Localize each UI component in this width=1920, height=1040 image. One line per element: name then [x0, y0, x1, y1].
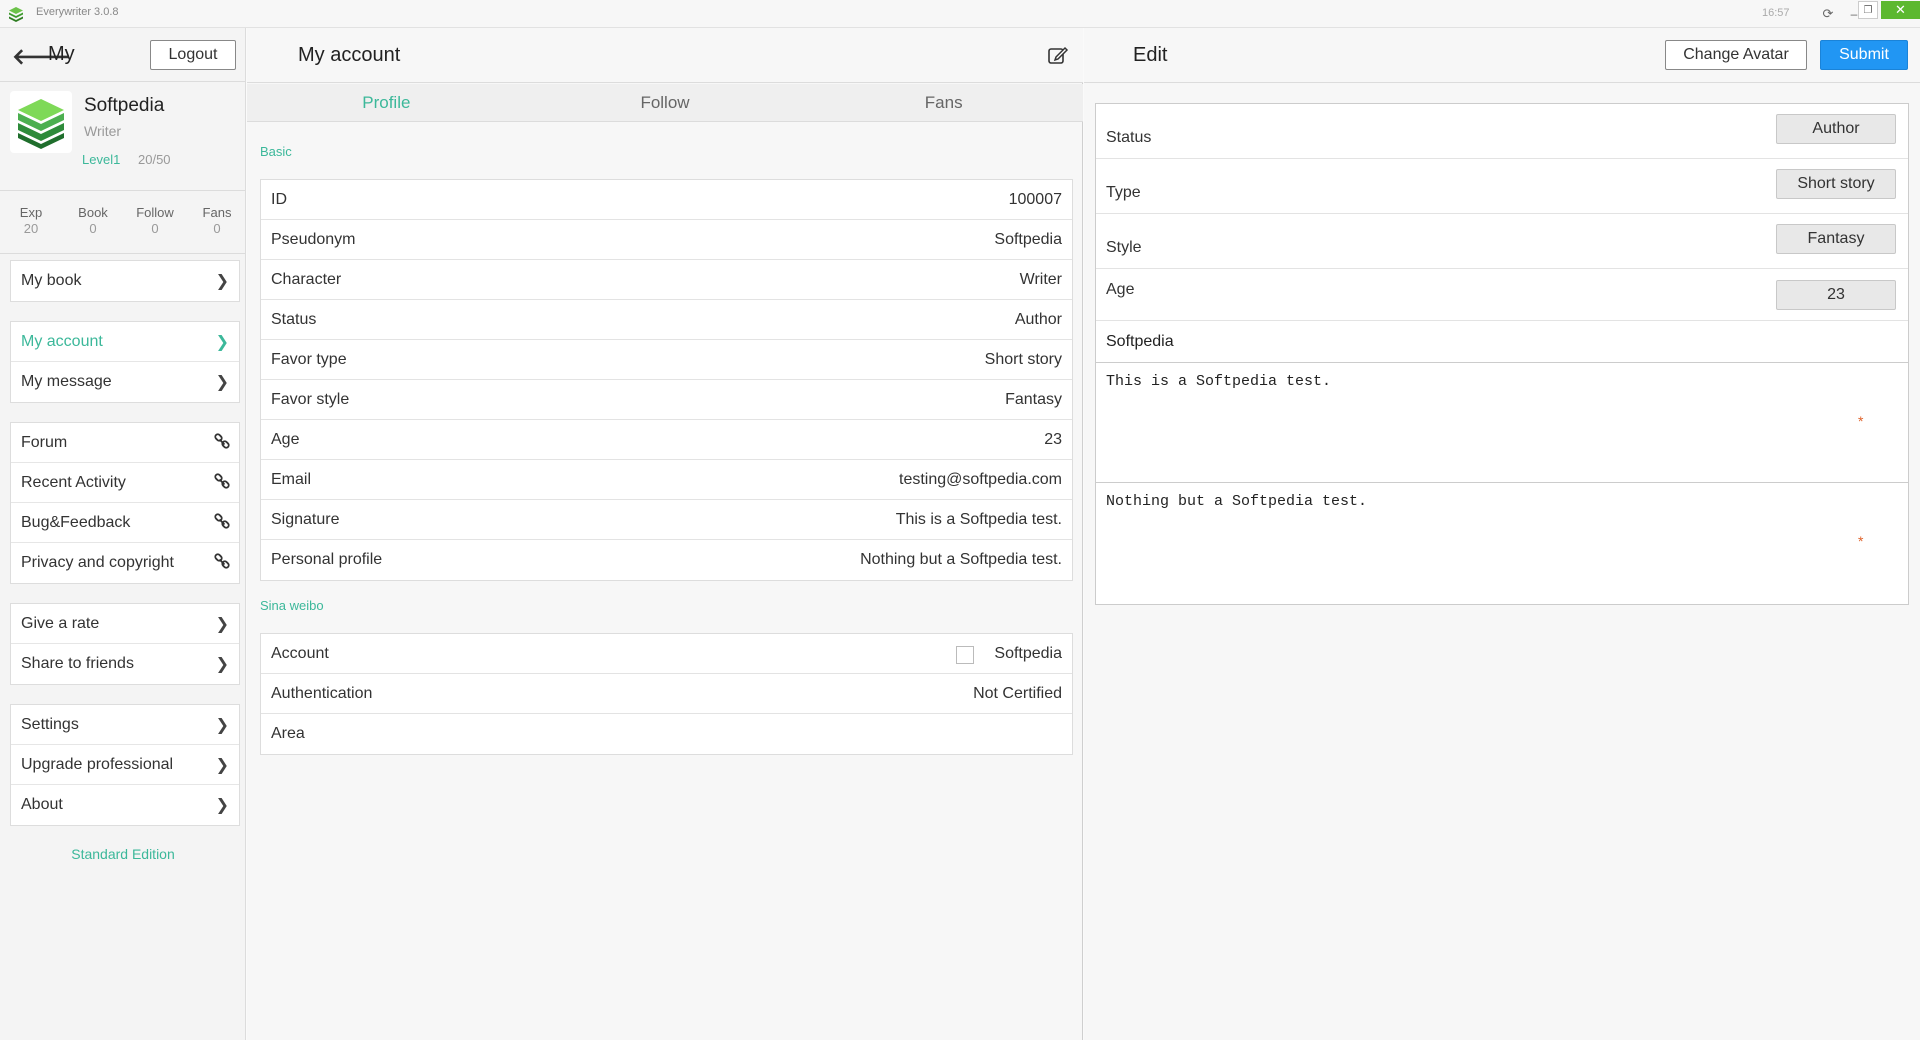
close-icon[interactable]: ✕	[1881, 1, 1920, 19]
name-field[interactable]: Softpedia	[1096, 321, 1908, 363]
table-row: Age 23	[261, 420, 1072, 460]
table-row: Authentication Not Certified	[261, 674, 1072, 714]
edit-panel: Edit Change Avatar Submit Status Author …	[1084, 28, 1920, 1040]
table-row: Personal profile Nothing but a Softpedia …	[271, 551, 1062, 568]
edition-label: Standard Edition	[71, 846, 175, 862]
table-row: Character Writer	[261, 260, 1072, 300]
chevron-right-icon: ❯	[215, 616, 229, 633]
account-tabs: Profile Follow Fans	[247, 84, 1083, 122]
user-stats: Exp 20 Book 0 Follow 0 Fans 0	[0, 190, 246, 254]
sidebar-title: My	[48, 43, 75, 65]
stat-fans: Fans 0	[202, 205, 232, 236]
avatar[interactable]	[10, 91, 72, 153]
app-logo-icon	[9, 7, 23, 22]
table-row: Account Softpedia	[261, 634, 1072, 674]
tab-profile[interactable]: Profile	[247, 84, 526, 121]
clock: 16:57	[1762, 7, 1790, 19]
chevron-right-icon: ❯	[215, 757, 229, 774]
user-level: Level1	[82, 152, 121, 167]
menu-group-books: My book ❯	[10, 260, 240, 302]
weibo-account-checkbox[interactable]	[956, 646, 974, 664]
edit-header: Edit Change Avatar Submit	[1084, 28, 1920, 83]
user-exp-progress: 20/50	[138, 152, 171, 167]
page-title: My account	[298, 44, 401, 66]
required-mark: *	[1858, 533, 1864, 549]
table-row: Status Author	[261, 300, 1072, 340]
change-avatar-button[interactable]: Change Avatar	[1665, 40, 1807, 70]
sidebar-item-recent-activity[interactable]: Recent Activity	[11, 463, 239, 503]
submit-button[interactable]: Submit	[1820, 40, 1908, 70]
user-role: Writer	[84, 123, 122, 139]
table-row: Favor style Fantasy	[261, 380, 1072, 420]
menu-group-settings: Settings ❯ Upgrade professional ❯ About ❯	[10, 704, 240, 826]
stat-book: Book 0	[78, 205, 108, 236]
link-icon	[214, 433, 230, 449]
basic-info-table: ID 100007 Pseudonym Softpedia Character Wri…	[260, 179, 1073, 581]
chevron-right-icon: ❯	[215, 797, 229, 814]
edit-icon[interactable]	[1047, 44, 1069, 66]
tab-follow[interactable]: Follow	[526, 84, 805, 121]
sidebar: 🡐 My Logout Softpedia Writer Level1 20/5…	[0, 28, 246, 1040]
sidebar-item-share-friends[interactable]: Share to friends ❯	[11, 644, 239, 684]
sidebar-item-my-book[interactable]: My book ❯	[11, 261, 239, 301]
section-label-weibo: Sina weibo	[260, 598, 324, 613]
table-row: ID 100007	[261, 180, 1072, 220]
app-title: Everywriter 3.0.8	[36, 6, 119, 18]
required-mark: *	[1858, 413, 1864, 429]
style-select[interactable]: Fantasy	[1776, 224, 1896, 254]
tab-fans[interactable]: Fans	[804, 84, 1083, 121]
table-row: Signature This is a Softpedia test.	[261, 500, 1072, 540]
account-panel: My account Profile Follow Fans Basic ID 1…	[247, 28, 1083, 1040]
table-row: Favor type Short story	[261, 340, 1072, 380]
edit-row-age: Age 23	[1096, 269, 1908, 321]
menu-group-account: My account ❯ My message ❯	[10, 321, 240, 403]
weibo-table: Account Softpedia Authentication Not Cert…	[260, 633, 1073, 755]
table-row: Pseudonym Softpedia	[261, 220, 1072, 260]
link-icon	[214, 553, 230, 569]
profile-textarea[interactable]: Nothing but a Softpedia test. *	[1096, 483, 1908, 603]
chevron-right-icon: ❯	[215, 273, 229, 290]
sidebar-item-upgrade[interactable]: Upgrade professional ❯	[11, 745, 239, 785]
sidebar-item-settings[interactable]: Settings ❯	[11, 705, 239, 745]
sidebar-item-privacy-copyright[interactable]: Privacy and copyright	[11, 543, 239, 583]
sidebar-item-give-rate[interactable]: Give a rate ❯	[11, 604, 239, 644]
menu-group-links: Forum Recent Activity Bug&Feedback Priva…	[10, 422, 240, 584]
sidebar-item-my-account[interactable]: My account ❯	[11, 322, 239, 362]
logout-button[interactable]: Logout	[150, 40, 236, 70]
restore-icon[interactable]: ❐	[1858, 1, 1878, 19]
type-select[interactable]: Short story	[1776, 169, 1896, 199]
signature-textarea[interactable]: This is a Softpedia test. *	[1096, 363, 1908, 483]
table-row: Area	[271, 725, 305, 742]
chevron-right-icon: ❯	[215, 374, 229, 391]
sidebar-header: 🡐 My Logout	[0, 28, 246, 82]
sidebar-item-about[interactable]: About ❯	[11, 785, 239, 825]
user-profile: Softpedia Writer Level1 20/50	[0, 83, 246, 175]
user-name: Softpedia	[84, 95, 165, 116]
link-icon	[214, 513, 230, 529]
edit-row-style: Style Fantasy	[1096, 214, 1908, 269]
status-select[interactable]: Author	[1776, 114, 1896, 144]
stat-follow: Follow 0	[136, 205, 174, 236]
sidebar-item-forum[interactable]: Forum	[11, 423, 239, 463]
section-label-basic: Basic	[260, 144, 292, 159]
sidebar-item-bug-feedback[interactable]: Bug&Feedback	[11, 503, 239, 543]
edit-title: Edit	[1133, 44, 1168, 66]
refresh-icon[interactable]: ⟳	[1818, 4, 1838, 24]
books-logo-icon	[18, 99, 64, 149]
link-icon	[214, 473, 230, 489]
edit-row-type: Type Short story	[1096, 159, 1908, 214]
chevron-right-icon: ❯	[215, 334, 229, 351]
stat-exp: Exp 20	[19, 205, 43, 236]
title-bar: Everywriter 3.0.8 16:57 ⟳ – ❐ ✕	[0, 0, 1920, 28]
sidebar-item-my-message[interactable]: My message ❯	[11, 362, 239, 402]
chevron-right-icon: ❯	[215, 717, 229, 734]
age-input[interactable]: 23	[1776, 280, 1896, 310]
account-header: My account	[247, 28, 1083, 83]
edit-row-status: Status Author	[1096, 104, 1908, 159]
menu-group-share: Give a rate ❯ Share to friends ❯	[10, 603, 240, 685]
chevron-right-icon: ❯	[215, 656, 229, 673]
edit-form: Status Author Type Short story Style Fan…	[1095, 103, 1909, 605]
table-row: Email testing@softpedia.com	[261, 460, 1072, 500]
